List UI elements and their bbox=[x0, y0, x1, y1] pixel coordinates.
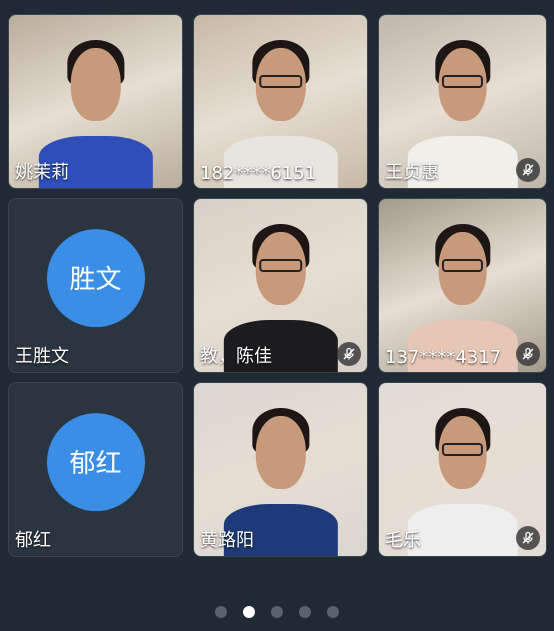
participant-name: 182****6151 bbox=[200, 163, 317, 184]
mic-muted-icon bbox=[516, 342, 540, 366]
participant-name: 黄路阳 bbox=[200, 530, 254, 551]
participant-name: 毛乐 bbox=[385, 530, 421, 551]
participant-tile[interactable]: 教，陈佳 bbox=[193, 198, 368, 373]
participant-tile[interactable]: 黄路阳 bbox=[193, 382, 368, 557]
participant-name: 郁红 bbox=[15, 530, 51, 551]
page-dot[interactable] bbox=[327, 606, 339, 618]
participant-grid: 姚茉莉 182****6151 王贞惠 胜文 王胜文 教，陈佳 137****4… bbox=[0, 0, 554, 631]
participant-tile[interactable]: 姚茉莉 bbox=[8, 14, 183, 189]
page-indicator bbox=[0, 606, 554, 618]
participant-tile[interactable]: 胜文 王胜文 bbox=[8, 198, 183, 373]
participant-tile[interactable]: 182****6151 bbox=[193, 14, 368, 189]
person-silhouette bbox=[407, 404, 518, 556]
participant-name: 王贞惠 bbox=[385, 162, 439, 183]
mic-muted-icon bbox=[516, 526, 540, 550]
participant-tile[interactable]: 郁红 郁红 bbox=[8, 382, 183, 557]
page-dot[interactable] bbox=[271, 606, 283, 618]
participant-tile[interactable]: 137****4317 bbox=[378, 198, 547, 373]
page-dot[interactable] bbox=[299, 606, 311, 618]
participant-name: 137****4317 bbox=[385, 347, 502, 368]
mic-muted-icon bbox=[516, 158, 540, 182]
page-dot[interactable] bbox=[215, 606, 227, 618]
participant-tile[interactable]: 王贞惠 bbox=[378, 14, 547, 189]
participant-name: 姚茉莉 bbox=[15, 162, 69, 183]
participant-name: 王胜文 bbox=[15, 346, 69, 367]
mic-muted-icon bbox=[337, 342, 361, 366]
participant-avatar: 郁红 bbox=[46, 412, 145, 511]
participant-tile[interactable]: 毛乐 bbox=[378, 382, 547, 557]
participant-avatar: 胜文 bbox=[46, 228, 145, 327]
page-dot[interactable] bbox=[243, 606, 255, 618]
participant-name: 教，陈佳 bbox=[200, 346, 272, 367]
